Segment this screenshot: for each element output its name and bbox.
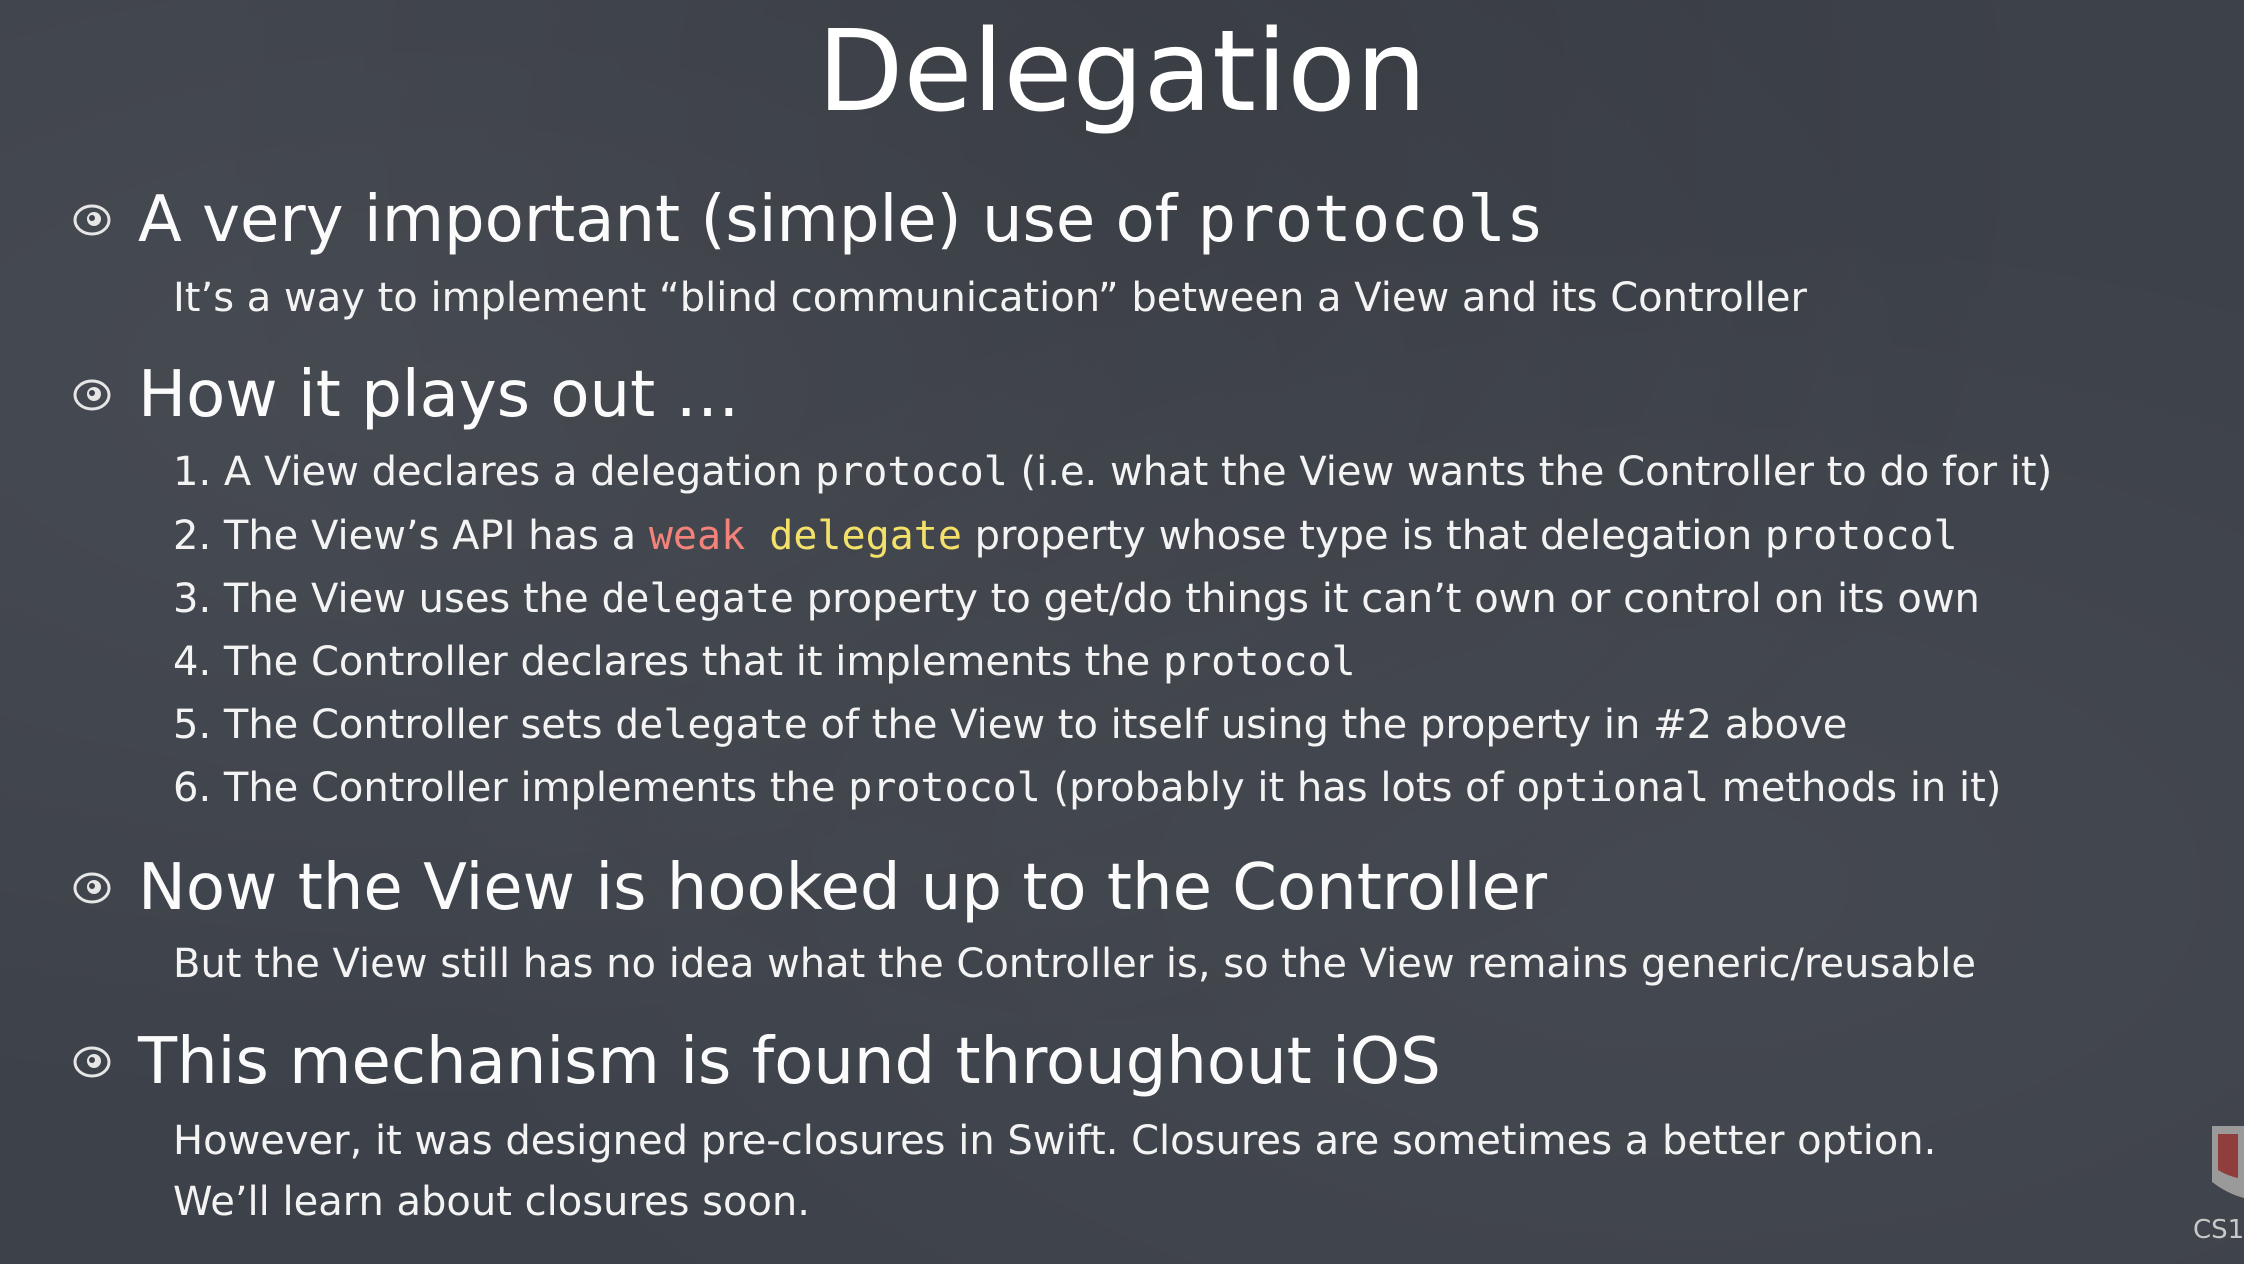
code-delegate: delegate bbox=[601, 576, 794, 622]
step-text: 5. The Controller sets bbox=[173, 702, 616, 748]
bullet-label: This mechanism is found throughout iOS bbox=[138, 1025, 1441, 1099]
sub-generic-reusable: But the View still has no idea what the … bbox=[173, 941, 1976, 987]
code-delegate: delegate bbox=[769, 513, 962, 559]
code-protocol: protocol bbox=[848, 765, 1041, 811]
step-2: 2. The View’s API has a weak delegate pr… bbox=[173, 508, 1958, 564]
step-6: 6. The Controller implements the protoco… bbox=[173, 760, 2001, 816]
bullet-throughout-ios: This mechanism is found throughout iOS bbox=[72, 1022, 1441, 1102]
step-5: 5. The Controller sets delegate of the V… bbox=[173, 697, 1847, 753]
step-text: 2. The View’s API has a bbox=[173, 513, 649, 559]
step-text: (probably it has lots of bbox=[1040, 765, 1517, 811]
bullet-how-it-plays-out: How it plays out … bbox=[72, 355, 740, 435]
eye-bullet-icon bbox=[73, 872, 111, 904]
course-label: CS1 bbox=[2193, 1215, 2244, 1245]
step-3: 3. The View uses the delegate property t… bbox=[173, 571, 1980, 627]
eye-bullet-icon bbox=[73, 204, 111, 236]
step-text: of the View to itself using the property… bbox=[807, 702, 1848, 748]
eye-bullet-icon bbox=[73, 379, 111, 411]
step-text: 1. A View declares a delegation bbox=[173, 449, 816, 495]
sub-pre-closures: However, it was designed pre-closures in… bbox=[173, 1118, 1937, 1164]
code-protocols: protocols bbox=[1197, 183, 1545, 257]
code-protocol: protocol bbox=[815, 449, 1008, 495]
bullet-label: Now the View is hooked up to the Control… bbox=[138, 851, 1548, 925]
step-4: 4. The Controller declares that it imple… bbox=[173, 634, 1356, 690]
code-optional: optional bbox=[1516, 765, 1710, 811]
bullet-hooked-up: Now the View is hooked up to the Control… bbox=[72, 848, 1547, 928]
bullet-protocols: A very important (simple) use of protoco… bbox=[72, 180, 1544, 260]
step-text: methods in it) bbox=[1709, 765, 2002, 811]
slide-title: Delegation bbox=[817, 7, 1427, 137]
bullet-label: A very important (simple) use of bbox=[138, 183, 1198, 257]
step-text: 3. The View uses the bbox=[173, 576, 602, 622]
step-text: 4. The Controller declares that it imple… bbox=[173, 639, 1163, 685]
step-text: (i.e. what the View wants the Controller… bbox=[1007, 449, 2053, 495]
code-weak: weak bbox=[648, 513, 746, 559]
bullet-label: How it plays out … bbox=[138, 358, 740, 432]
step-1: 1. A View declares a delegation protocol… bbox=[173, 444, 2052, 500]
eye-bullet-icon bbox=[73, 1046, 111, 1078]
step-text: property to get/do things it can’t own o… bbox=[794, 576, 1980, 622]
bullet-text: A very important (simple) use of protoco… bbox=[138, 180, 1544, 260]
sub-blind-communication: It’s a way to implement “blind communica… bbox=[173, 275, 1807, 321]
sub-closures-soon: We’ll learn about closures soon. bbox=[173, 1179, 810, 1225]
step-text: property whose type is that delegation bbox=[961, 513, 1765, 559]
code-protocol: protocol bbox=[1764, 513, 1958, 559]
step-text: 6. The Controller implements the bbox=[173, 765, 849, 811]
code-protocol: protocol bbox=[1162, 639, 1356, 685]
code-delegate: delegate bbox=[615, 702, 808, 748]
